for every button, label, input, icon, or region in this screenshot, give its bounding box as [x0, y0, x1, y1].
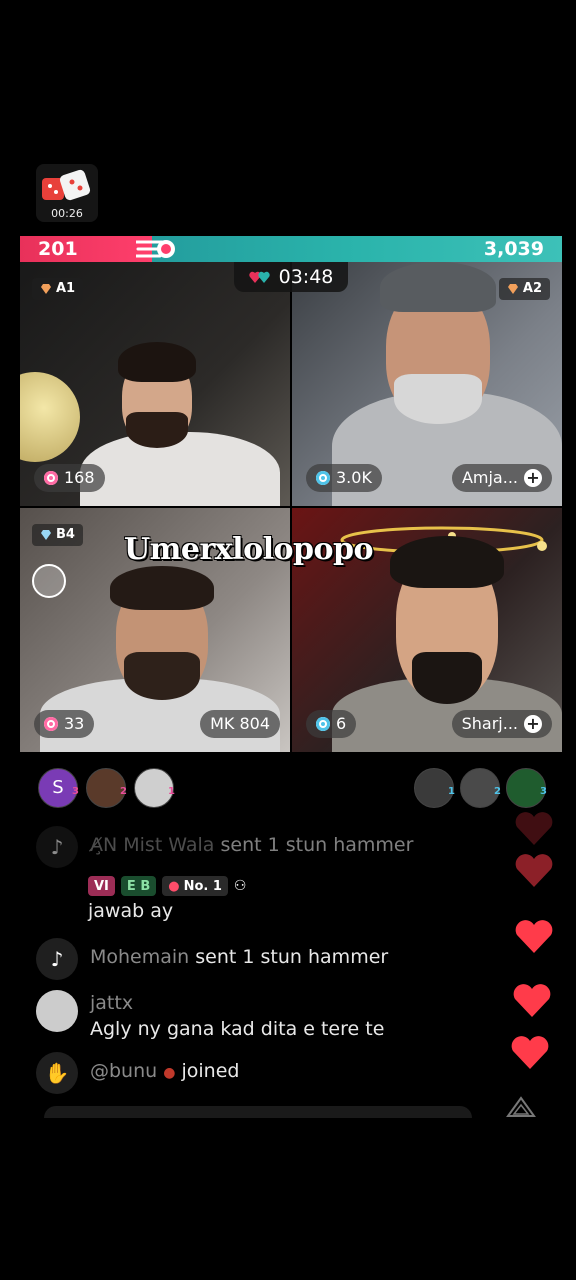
- guest-tag-label: B4: [56, 527, 75, 542]
- overlay-username: Umerxlolopopo: [124, 532, 373, 567]
- guest-label-pill: MK 804: [200, 710, 280, 738]
- viewer-avatar[interactable]: 1: [414, 768, 455, 808]
- alarm-icon: ●: [168, 878, 180, 894]
- pink-gift-icon: [44, 717, 58, 731]
- guest-name-pill[interactable]: Amja... +: [451, 464, 552, 492]
- triangle-menu-icon[interactable]: [504, 1096, 538, 1118]
- floating-heart-icon: [515, 920, 553, 953]
- viewer-initial: S: [52, 777, 64, 798]
- wave-hand-icon: ✋: [36, 1052, 78, 1094]
- mic-muted-icon: [32, 564, 66, 598]
- chat-text: joined: [181, 1060, 240, 1082]
- battle-hearts-icon: [248, 271, 270, 283]
- guest-name: Amja...: [461, 468, 518, 487]
- comment-input-bar[interactable]: [44, 1106, 472, 1118]
- people-icon: ⚇: [233, 878, 247, 894]
- viewer-avatar[interactable]: 3: [506, 768, 547, 808]
- tiktok-icon: ♪: [36, 938, 78, 980]
- guest-label: MK 804: [210, 714, 270, 733]
- chat-text: jawab ay: [88, 900, 174, 922]
- chat-message[interactable]: jattx Agly ny gana kad dita e tere te: [36, 990, 384, 1042]
- gift-count: 168: [64, 468, 95, 487]
- left-team-score: 201: [38, 238, 78, 260]
- chat-text: Agly ny gana kad dita e tere te: [90, 1018, 385, 1040]
- chat-username: jattx: [90, 992, 134, 1014]
- viewer-avatar[interactable]: 2: [86, 768, 127, 808]
- battle-timer: 03:48: [234, 262, 348, 292]
- guest-tag-a2: A2: [498, 278, 550, 300]
- floating-heart-icon: [511, 1036, 549, 1069]
- gem-icon: [507, 284, 518, 294]
- pink-gift-icon: [44, 471, 58, 485]
- game-timer: 00:26: [51, 207, 83, 220]
- chat-message[interactable]: VI E B ● No. 1 ⚇ jawab ay: [88, 876, 246, 924]
- left-team-score-fill: 201: [20, 236, 152, 262]
- viewer-rank: 3: [72, 786, 79, 797]
- gift-count-pill[interactable]: 33: [34, 710, 95, 738]
- tiktok-icon: ♪: [36, 826, 78, 868]
- follow-plus-icon[interactable]: +: [524, 715, 542, 733]
- viewer-avatar[interactable]: 1: [134, 768, 175, 808]
- viewer-avatar[interactable]: 2: [460, 768, 501, 808]
- guest-tag-b4: B4: [32, 524, 83, 546]
- guest-tag-label: A2: [522, 281, 542, 296]
- vi-badge: VI: [88, 876, 115, 896]
- floating-heart-icon: [513, 984, 551, 1017]
- guest-tag-label: A1: [56, 281, 76, 296]
- chat-username: Mohemain: [90, 946, 190, 968]
- guest-tile-a1[interactable]: A1 168: [20, 262, 290, 506]
- guest-name-pill[interactable]: Sharj... +: [451, 710, 552, 738]
- gift-count-pill[interactable]: 6: [306, 710, 357, 738]
- dice-game-icon: [42, 169, 91, 201]
- chat-message[interactable]: ✋ @bunu ● joined: [36, 1052, 239, 1094]
- chat-badges: VI E B ● No. 1 ⚇: [88, 876, 246, 896]
- rank-badge-label: No. 1: [183, 878, 222, 894]
- chat-text: sent 1 stun hammer: [195, 946, 389, 968]
- viewer-rank: 2: [494, 786, 501, 797]
- chat-message[interactable]: ♪ Mohemain sent 1 stun hammer: [36, 938, 388, 980]
- top-gifters-right: 1 2 3: [414, 768, 547, 808]
- viewer-rank: 2: [120, 786, 127, 797]
- right-team-score: 3,039: [483, 238, 544, 260]
- battle-grid: A1 168 A2 3.0K Amja... + B4 33 MK 804 6 …: [20, 262, 562, 752]
- viewer-avatar[interactable]: S 3: [38, 768, 79, 808]
- guest-tile-a2[interactable]: A2 3.0K Amja... +: [292, 262, 562, 506]
- gift-count: 3.0K: [336, 468, 372, 487]
- viewer-rank: 1: [448, 786, 455, 797]
- user-avatar: [36, 990, 78, 1032]
- gift-count-pill[interactable]: 168: [34, 464, 105, 492]
- gift-count: 33: [64, 714, 85, 733]
- fan-badge: E B: [120, 876, 157, 896]
- chat-username: A̸̧N Mist Wala: [90, 834, 215, 856]
- blue-gift-icon: [316, 717, 330, 731]
- chat-text: sent 1 stun hammer: [220, 834, 414, 856]
- top-gifters-left: S 3 2 1: [38, 768, 175, 808]
- floating-heart-icon: [515, 812, 553, 845]
- floating-heart-icon: [515, 854, 553, 887]
- diamond-icon: [41, 530, 51, 540]
- blue-gift-icon: [316, 471, 330, 485]
- gift-count-pill[interactable]: 3.0K: [306, 464, 382, 492]
- clash-icon: [136, 240, 175, 258]
- follow-plus-icon[interactable]: +: [524, 469, 542, 487]
- gem-icon: [41, 284, 51, 294]
- guest-tag-a1: A1: [32, 278, 84, 300]
- battle-score-bar: 201 3,039: [20, 236, 562, 262]
- battle-timer-text: 03:48: [278, 266, 334, 288]
- viewer-rank: 3: [540, 786, 547, 797]
- viewer-rank: 1: [168, 786, 175, 797]
- guest-name: Sharj...: [461, 714, 518, 733]
- chat-username: @bunu: [90, 1060, 158, 1082]
- rose-icon: ●: [163, 1065, 176, 1081]
- gift-count: 6: [336, 714, 347, 733]
- chat-message[interactable]: ♪ A̸̧N Mist Wala sent 1 stun hammer: [36, 826, 413, 868]
- rank-badge: ● No. 1: [162, 876, 228, 896]
- game-badge[interactable]: 00:26: [36, 164, 98, 222]
